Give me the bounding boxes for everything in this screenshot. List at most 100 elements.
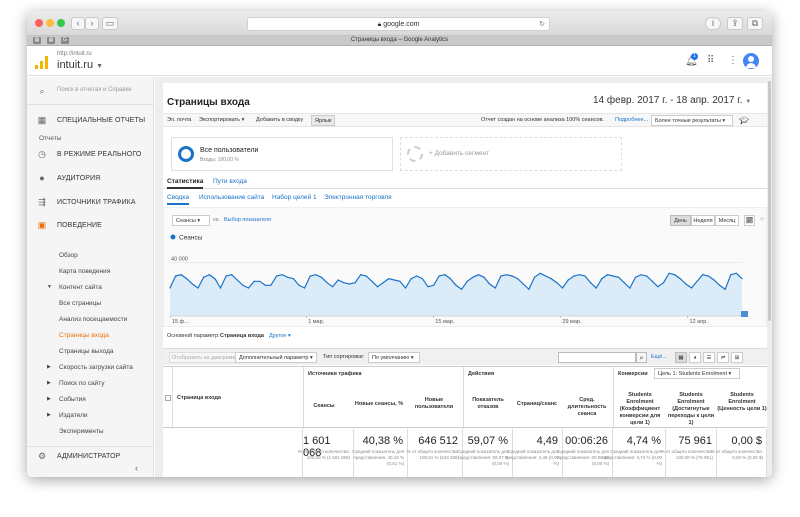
performance-view-icon[interactable]: ☰: [703, 352, 715, 363]
other-dimension-link[interactable]: Другое ▾: [269, 333, 291, 339]
data-point: [236, 279, 238, 281]
select-all-checkbox[interactable]: [165, 395, 171, 401]
sidebar-item-behavior[interactable]: ПОВЕДЕНИЕ: [57, 222, 102, 229]
tab-statistics[interactable]: Статистика: [167, 178, 204, 189]
sidebar-item-all-pages[interactable]: Все страницы: [59, 300, 101, 307]
tab-title[interactable]: Страницы входа – Google Analytics: [27, 37, 772, 43]
sidebar-item-acquisition[interactable]: ИСТОЧНИКИ ТРАФИКА: [57, 199, 136, 206]
sort-type-select[interactable]: По умолчанию ▾: [368, 352, 420, 363]
col-bounce-rate[interactable]: Показатель отказов: [465, 397, 511, 411]
col-sessions[interactable]: Сеансы: [304, 403, 344, 410]
sidebar-item-behavior-flow[interactable]: Карта поведения: [59, 268, 110, 275]
sidebar-item-custom-reports[interactable]: СПЕЦИАЛЬНЫЕ ОТЧЕТЫ: [57, 117, 145, 124]
share-icon[interactable]: ⇪: [727, 17, 743, 30]
sidebar-item-site-speed[interactable]: Скорость загрузки сайта: [59, 364, 133, 371]
sidebar-item-publishers[interactable]: Издатели: [59, 412, 88, 419]
table-view-icon[interactable]: ▦: [675, 352, 687, 363]
data-point: [225, 275, 227, 277]
sidebar-item-site-search[interactable]: Поиск по сайту: [59, 380, 105, 387]
choose-metric-link[interactable]: Выбор показателя: [224, 215, 271, 226]
sidebar-search-input[interactable]: Поиск в отчетах и Справке: [57, 87, 132, 93]
sessions-chart: Сеансы40 00020 00015 ф...1 мар.15 мар.29…: [169, 234, 748, 325]
collapse-sidebar-icon[interactable]: ‹: [135, 463, 138, 473]
col-goal-conversion-rate[interactable]: Students Enrolment (Коэффициент конверси…: [615, 392, 665, 427]
sidebar-item-admin[interactable]: АДМИНИСТРАТОР: [57, 453, 120, 460]
advanced-filter-link[interactable]: Ещё...: [651, 352, 667, 363]
sidebar-item-events[interactable]: События: [59, 396, 86, 403]
expand-arrow-icon: ▶: [47, 412, 51, 418]
email-button[interactable]: Эл. почта: [167, 115, 191, 126]
data-point: [427, 286, 429, 288]
more-vert-icon[interactable]: ⋮: [728, 55, 738, 66]
export-button[interactable]: Экспортировать ▾: [199, 115, 244, 126]
sidebar-item-audience[interactable]: АУДИТОРИЯ: [57, 175, 100, 182]
line-chart-icon[interactable]: 📈︎: [744, 215, 755, 226]
add-to-dashboard-button[interactable]: Добавить в сводку: [256, 115, 303, 126]
sidebar-item-drilldown[interactable]: Анализ посещаемости: [59, 316, 127, 323]
subtab-ecommerce[interactable]: Электронная торговля: [324, 194, 392, 201]
col-avg-duration[interactable]: Сред. длительность сеанса: [563, 397, 611, 418]
reload-icon[interactable]: ↻: [539, 18, 545, 31]
info-icon[interactable]: i: [705, 17, 721, 30]
total-bounce-rate: 59,07 %: [467, 435, 508, 447]
zoom-window-button[interactable]: [57, 19, 65, 27]
shortcut-button[interactable]: Ярлык: [311, 115, 336, 126]
sidebar-item-overview[interactable]: Обзор: [59, 252, 78, 259]
precision-label: Более точные результаты: [655, 118, 721, 124]
motion-chart-icon[interactable]: ⁘: [757, 215, 767, 226]
col-goal-completions[interactable]: Students Enrolment (Достигнутые переходы…: [666, 392, 716, 427]
month-button[interactable]: Месяц: [715, 215, 739, 226]
secondary-dimension-select[interactable]: Дополнительный параметр ▾: [235, 352, 317, 363]
add-segment-card[interactable]: + Добавить сегмент: [400, 137, 622, 171]
apps-grid-icon[interactable]: ⠿: [707, 55, 714, 66]
browser-toolbar: ‹ › ▭ 🔒︎ google.com ↻ i ⇪ ⧉: [27, 11, 772, 36]
comparison-view-icon[interactable]: ⇌: [717, 352, 729, 363]
sidebar-item-site-content[interactable]: Контент сайта: [59, 284, 102, 291]
col-new-sessions[interactable]: Новые сеансы, %: [354, 401, 404, 408]
vertical-scrollbar[interactable]: [768, 81, 771, 321]
pivot-view-icon[interactable]: ⊞: [731, 352, 743, 363]
segment-card[interactable]: Все пользователи Входы: 100,00 %: [171, 137, 393, 171]
table-search-input[interactable]: [558, 352, 636, 363]
subtab-site-usage[interactable]: Использование сайта: [199, 194, 264, 201]
minimize-window-button[interactable]: [46, 19, 54, 27]
search-icon[interactable]: ⌕: [636, 352, 647, 363]
close-window-button[interactable]: [35, 19, 43, 27]
date-range-picker[interactable]: 14 февр. 2017 г. - 18 апр. 2017 г. ▼: [593, 95, 751, 106]
sidebar-toggle-icon[interactable]: ▭: [102, 17, 118, 30]
account-selector[interactable]: intuit.ru ▼: [57, 59, 103, 71]
legend-label: Сеансы: [179, 235, 203, 242]
week-button[interactable]: Неделя: [691, 215, 715, 226]
pie-view-icon[interactable]: ◕: [689, 352, 701, 363]
day-button[interactable]: День: [670, 215, 691, 226]
data-point: [606, 274, 608, 276]
data-point: [724, 288, 726, 290]
sampling-more-link[interactable]: Подробнее...: [615, 115, 648, 126]
data-point: [545, 275, 547, 277]
sort-type-value: По умолчанию: [372, 355, 410, 361]
sidebar-item-landing-pages[interactable]: Страницы входа: [59, 332, 109, 339]
plot-rows-button[interactable]: Отобразить на диаграмме: [169, 352, 243, 363]
metric-select[interactable]: Сеансы ▾: [172, 215, 210, 226]
address-bar[interactable]: 🔒︎ google.com ↻: [247, 17, 550, 31]
tabs-icon[interactable]: ⧉: [747, 17, 763, 30]
avatar[interactable]: [743, 53, 759, 69]
col-landing-page[interactable]: Страница входа: [177, 395, 277, 402]
data-point: [719, 284, 721, 286]
sidebar-item-exit-pages[interactable]: Страницы выхода: [59, 348, 114, 355]
tab-entrance-paths[interactable]: Пути входа: [213, 178, 247, 185]
insights-icon[interactable]: 🎓︎: [739, 115, 749, 126]
forward-button[interactable]: ›: [85, 17, 99, 30]
precision-select[interactable]: Более точные результаты ▾: [651, 115, 733, 126]
col-goal-value[interactable]: Students Enrolment (Ценность цели 1): [717, 392, 767, 413]
goal-select[interactable]: Цель 1: Students Enrolment ▾: [654, 368, 740, 379]
back-button[interactable]: ‹: [71, 17, 85, 30]
subtab-goal-set[interactable]: Набор целей 1: [272, 194, 317, 201]
subtab-summary[interactable]: Сводка: [167, 194, 189, 205]
col-pages-per-session[interactable]: Страниц/сеанс: [513, 401, 561, 408]
x-tick-label: 12 апр.: [690, 319, 709, 325]
data-point: [416, 275, 418, 277]
sidebar-item-realtime[interactable]: В РЕЖИМЕ РЕАЛЬНОГО: [57, 151, 141, 158]
col-new-users[interactable]: Новые пользователи: [408, 397, 460, 411]
sidebar-item-experiments[interactable]: Эксперименты: [59, 428, 104, 435]
